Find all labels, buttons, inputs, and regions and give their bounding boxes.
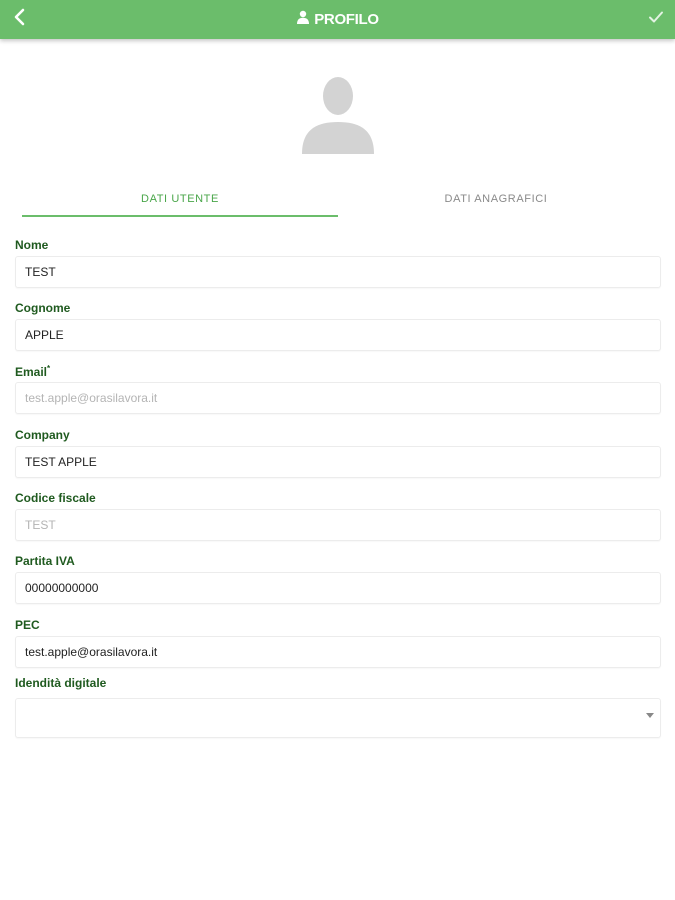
partita-iva-label: Partita IVA bbox=[15, 554, 75, 568]
codice-fiscale-field[interactable]: TEST bbox=[15, 509, 661, 541]
user-icon bbox=[296, 10, 310, 29]
email-field[interactable]: test.apple@orasilavora.it bbox=[15, 382, 661, 414]
pec-field[interactable]: test.apple@orasilavora.it bbox=[15, 636, 661, 668]
page-title: PROFILO bbox=[314, 11, 379, 28]
codice-fiscale-label: Codice fiscale bbox=[15, 491, 96, 505]
cognome-label: Cognome bbox=[15, 301, 71, 315]
top-app-bar: PROFILO bbox=[0, 0, 675, 39]
partita-iva-field[interactable]: 00000000000 bbox=[15, 572, 661, 604]
user-silhouette-icon bbox=[298, 77, 378, 158]
chevron-down-icon bbox=[646, 713, 654, 718]
avatar[interactable] bbox=[298, 74, 378, 154]
check-icon bbox=[648, 10, 664, 29]
identita-digitale-label: Idendità digitale bbox=[15, 676, 107, 690]
pec-label: PEC bbox=[15, 618, 40, 632]
identita-digitale-select[interactable] bbox=[15, 698, 661, 738]
tab-dati-anagrafici[interactable]: DATI ANAGRAFICI bbox=[338, 183, 654, 217]
company-label: Company bbox=[15, 428, 70, 442]
company-field[interactable]: TEST APPLE bbox=[15, 446, 661, 478]
required-mark: * bbox=[47, 364, 51, 373]
save-button[interactable] bbox=[641, 4, 671, 34]
cognome-field[interactable]: APPLE bbox=[15, 319, 661, 351]
nome-field[interactable]: TEST bbox=[15, 256, 661, 288]
email-label: Email* bbox=[15, 364, 50, 379]
nome-label: Nome bbox=[15, 238, 49, 252]
back-button[interactable] bbox=[4, 4, 34, 34]
profile-tabs: DATI UTENTE DATI ANAGRAFICI bbox=[22, 183, 662, 217]
email-label-text: Email bbox=[15, 365, 48, 379]
tab-dati-utente[interactable]: DATI UTENTE bbox=[22, 183, 338, 217]
title-wrap: PROFILO bbox=[0, 0, 675, 39]
chevron-left-icon bbox=[12, 8, 26, 31]
